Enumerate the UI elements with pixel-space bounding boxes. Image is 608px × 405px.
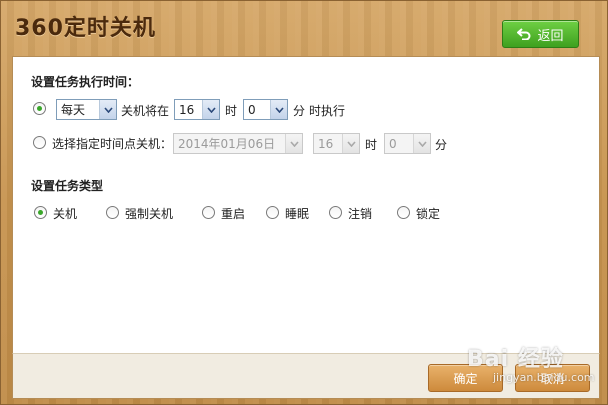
daily-minute-value: 0	[248, 102, 256, 117]
watermark: Bai 经验 jingyan.baidu.com	[467, 341, 595, 384]
specific-hour-select[interactable]: 16	[313, 133, 360, 154]
daily-hour-value: 16	[179, 102, 195, 117]
chevron-down-icon	[342, 134, 359, 153]
type-option-shutdown-radio[interactable]	[34, 206, 47, 219]
date-picker[interactable]: 2014年01月06日	[173, 133, 303, 154]
specific-time-label: 选择指定时间点关机：	[52, 137, 173, 151]
watermark-url: jingyan.baidu.com	[493, 371, 595, 384]
type-option-restart-label: 重启	[221, 207, 246, 221]
type-option-lock-radio[interactable]	[397, 206, 410, 219]
daily-text-before: 关机将在	[121, 104, 170, 118]
specific-hour-value: 16	[318, 136, 334, 151]
back-button[interactable]: 返回	[502, 20, 579, 48]
type-option-logoff-radio[interactable]	[329, 206, 342, 219]
date-value: 2014年01月06日	[178, 137, 276, 151]
type-option-lock-label: 锁定	[416, 207, 441, 221]
settings-panel: 设置任务执行时间： 每天 关机将在 16 时 0 分 时执行 选择指定时间点关机…	[12, 56, 600, 354]
type-option-sleep-label: 睡眠	[285, 207, 310, 221]
type-option-restart-radio[interactable]	[202, 206, 215, 219]
daily-minute-unit: 分	[293, 104, 306, 118]
specific-minute-select[interactable]: 0	[384, 133, 431, 154]
time-section-title: 设置任务执行时间：	[31, 75, 140, 89]
app-title: 360定时关机	[15, 16, 156, 41]
app-window: 360定时关机 返回 设置任务执行时间： 每天 关机将在 16 时 0 分 时执…	[0, 0, 608, 405]
specific-minute-unit: 分	[435, 138, 448, 152]
specific-hour-unit: 时	[365, 138, 378, 152]
daily-hour-select[interactable]: 16	[174, 99, 220, 120]
chevron-down-icon	[285, 134, 302, 153]
daily-hour-unit: 时	[225, 104, 238, 118]
frequency-value: 每天	[61, 103, 86, 117]
chevron-down-icon	[413, 134, 430, 153]
type-option-force-shutdown-label: 强制关机	[125, 207, 174, 221]
type-option-logoff-label: 注销	[348, 207, 373, 221]
chevron-down-icon	[99, 100, 116, 119]
daily-mode-radio[interactable]	[33, 102, 46, 115]
watermark-brand: Bai 经验	[467, 347, 564, 372]
frequency-select[interactable]: 每天	[56, 99, 117, 120]
specific-time-radio[interactable]	[33, 136, 46, 149]
chevron-down-icon	[202, 100, 219, 119]
return-arrow-icon	[517, 28, 531, 40]
daily-minute-select[interactable]: 0	[243, 99, 288, 120]
type-option-sleep-radio[interactable]	[266, 206, 279, 219]
type-option-shutdown-label: 关机	[53, 207, 78, 221]
type-section-title: 设置任务类型	[31, 179, 104, 193]
chevron-down-icon	[270, 100, 287, 119]
daily-text-after: 时执行	[309, 104, 346, 118]
back-button-label: 返回	[537, 28, 564, 44]
type-option-force-shutdown-radio[interactable]	[106, 206, 119, 219]
specific-minute-value: 0	[389, 136, 397, 151]
